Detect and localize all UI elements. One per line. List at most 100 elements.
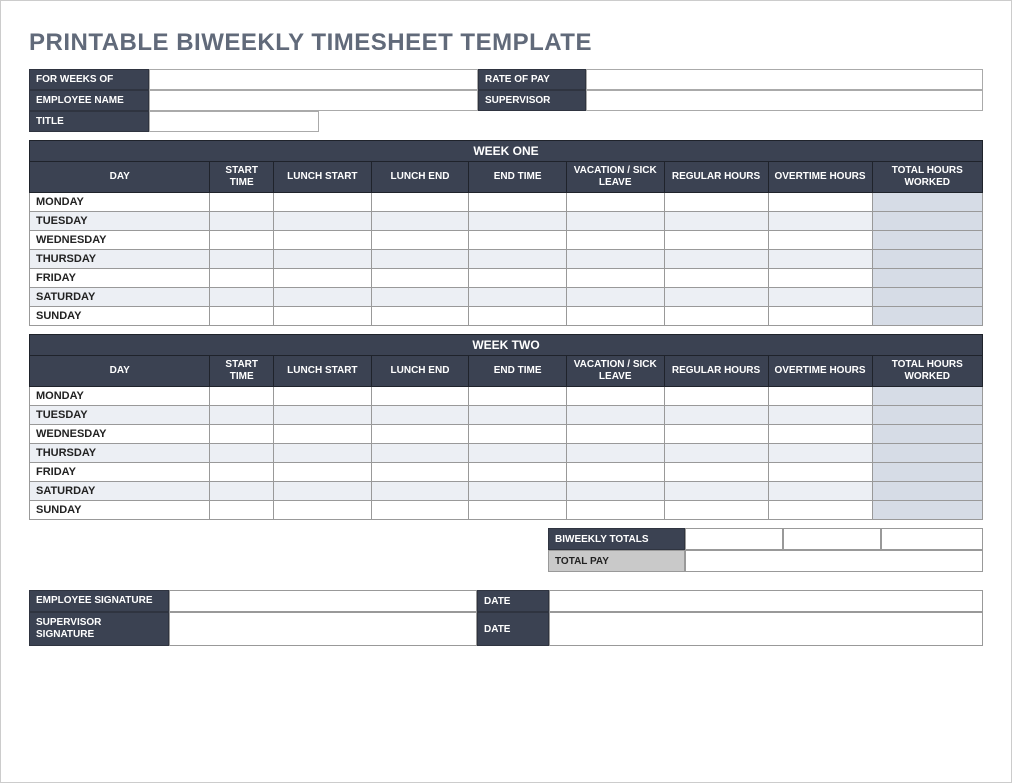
time-cell-start[interactable] bbox=[210, 482, 274, 501]
time-cell-lunch-end[interactable] bbox=[371, 212, 469, 231]
time-cell-vac[interactable] bbox=[566, 444, 664, 463]
time-cell-ot[interactable] bbox=[768, 463, 872, 482]
time-cell-ot[interactable] bbox=[768, 193, 872, 212]
time-cell-total[interactable] bbox=[872, 425, 982, 444]
time-cell-vac[interactable] bbox=[566, 387, 664, 406]
time-cell-total[interactable] bbox=[872, 269, 982, 288]
total-pay-field[interactable] bbox=[685, 550, 983, 572]
time-cell-lunch-end[interactable] bbox=[371, 501, 469, 520]
time-cell-ot[interactable] bbox=[768, 406, 872, 425]
time-cell-lunch-start[interactable] bbox=[274, 482, 372, 501]
time-cell-reg[interactable] bbox=[664, 463, 768, 482]
time-cell-lunch-start[interactable] bbox=[274, 193, 372, 212]
time-cell-vac[interactable] bbox=[566, 406, 664, 425]
time-cell-total[interactable] bbox=[872, 193, 982, 212]
time-cell-vac[interactable] bbox=[566, 288, 664, 307]
time-cell-end[interactable] bbox=[469, 444, 567, 463]
time-cell-reg[interactable] bbox=[664, 193, 768, 212]
time-cell-lunch-end[interactable] bbox=[371, 288, 469, 307]
time-cell-ot[interactable] bbox=[768, 288, 872, 307]
title-field[interactable] bbox=[149, 111, 319, 132]
time-cell-start[interactable] bbox=[210, 212, 274, 231]
time-cell-end[interactable] bbox=[469, 406, 567, 425]
time-cell-vac[interactable] bbox=[566, 463, 664, 482]
time-cell-end[interactable] bbox=[469, 482, 567, 501]
time-cell-start[interactable] bbox=[210, 193, 274, 212]
time-cell-total[interactable] bbox=[872, 406, 982, 425]
time-cell-start[interactable] bbox=[210, 307, 274, 326]
time-cell-end[interactable] bbox=[469, 501, 567, 520]
time-cell-lunch-start[interactable] bbox=[274, 269, 372, 288]
time-cell-total[interactable] bbox=[872, 463, 982, 482]
time-cell-ot[interactable] bbox=[768, 425, 872, 444]
time-cell-lunch-end[interactable] bbox=[371, 193, 469, 212]
time-cell-ot[interactable] bbox=[768, 482, 872, 501]
time-cell-reg[interactable] bbox=[664, 444, 768, 463]
time-cell-lunch-end[interactable] bbox=[371, 231, 469, 250]
time-cell-lunch-start[interactable] bbox=[274, 463, 372, 482]
supervisor-field[interactable] bbox=[586, 90, 983, 111]
time-cell-start[interactable] bbox=[210, 444, 274, 463]
time-cell-reg[interactable] bbox=[664, 231, 768, 250]
time-cell-reg[interactable] bbox=[664, 212, 768, 231]
employee-date-field[interactable] bbox=[549, 590, 983, 612]
time-cell-lunch-start[interactable] bbox=[274, 406, 372, 425]
time-cell-end[interactable] bbox=[469, 231, 567, 250]
time-cell-start[interactable] bbox=[210, 406, 274, 425]
time-cell-lunch-end[interactable] bbox=[371, 444, 469, 463]
time-cell-total[interactable] bbox=[872, 307, 982, 326]
employee-signature-field[interactable] bbox=[169, 590, 477, 612]
time-cell-ot[interactable] bbox=[768, 444, 872, 463]
time-cell-start[interactable] bbox=[210, 250, 274, 269]
supervisor-signature-field[interactable] bbox=[169, 612, 477, 646]
time-cell-reg[interactable] bbox=[664, 288, 768, 307]
time-cell-vac[interactable] bbox=[566, 425, 664, 444]
time-cell-vac[interactable] bbox=[566, 193, 664, 212]
time-cell-reg[interactable] bbox=[664, 482, 768, 501]
time-cell-reg[interactable] bbox=[664, 250, 768, 269]
time-cell-reg[interactable] bbox=[664, 387, 768, 406]
time-cell-total[interactable] bbox=[872, 501, 982, 520]
time-cell-vac[interactable] bbox=[566, 231, 664, 250]
time-cell-ot[interactable] bbox=[768, 212, 872, 231]
time-cell-ot[interactable] bbox=[768, 269, 872, 288]
time-cell-vac[interactable] bbox=[566, 250, 664, 269]
time-cell-lunch-end[interactable] bbox=[371, 425, 469, 444]
time-cell-ot[interactable] bbox=[768, 250, 872, 269]
supervisor-date-field[interactable] bbox=[549, 612, 983, 646]
time-cell-ot[interactable] bbox=[768, 231, 872, 250]
time-cell-lunch-end[interactable] bbox=[371, 463, 469, 482]
time-cell-start[interactable] bbox=[210, 288, 274, 307]
time-cell-reg[interactable] bbox=[664, 425, 768, 444]
time-cell-lunch-start[interactable] bbox=[274, 444, 372, 463]
time-cell-ot[interactable] bbox=[768, 501, 872, 520]
time-cell-end[interactable] bbox=[469, 387, 567, 406]
time-cell-start[interactable] bbox=[210, 231, 274, 250]
time-cell-lunch-end[interactable] bbox=[371, 387, 469, 406]
time-cell-end[interactable] bbox=[469, 269, 567, 288]
time-cell-vac[interactable] bbox=[566, 269, 664, 288]
time-cell-lunch-start[interactable] bbox=[274, 387, 372, 406]
time-cell-total[interactable] bbox=[872, 231, 982, 250]
for-weeks-of-field[interactable] bbox=[149, 69, 478, 90]
time-cell-lunch-end[interactable] bbox=[371, 307, 469, 326]
time-cell-lunch-end[interactable] bbox=[371, 250, 469, 269]
time-cell-lunch-start[interactable] bbox=[274, 307, 372, 326]
time-cell-start[interactable] bbox=[210, 387, 274, 406]
time-cell-end[interactable] bbox=[469, 307, 567, 326]
time-cell-lunch-start[interactable] bbox=[274, 288, 372, 307]
time-cell-end[interactable] bbox=[469, 212, 567, 231]
time-cell-total[interactable] bbox=[872, 444, 982, 463]
time-cell-reg[interactable] bbox=[664, 501, 768, 520]
time-cell-lunch-end[interactable] bbox=[371, 406, 469, 425]
time-cell-lunch-end[interactable] bbox=[371, 269, 469, 288]
time-cell-total[interactable] bbox=[872, 250, 982, 269]
time-cell-lunch-start[interactable] bbox=[274, 250, 372, 269]
time-cell-start[interactable] bbox=[210, 463, 274, 482]
biweekly-regular-field[interactable] bbox=[685, 528, 783, 550]
time-cell-start[interactable] bbox=[210, 425, 274, 444]
biweekly-overtime-field[interactable] bbox=[783, 528, 881, 550]
time-cell-start[interactable] bbox=[210, 501, 274, 520]
time-cell-vac[interactable] bbox=[566, 482, 664, 501]
time-cell-start[interactable] bbox=[210, 269, 274, 288]
